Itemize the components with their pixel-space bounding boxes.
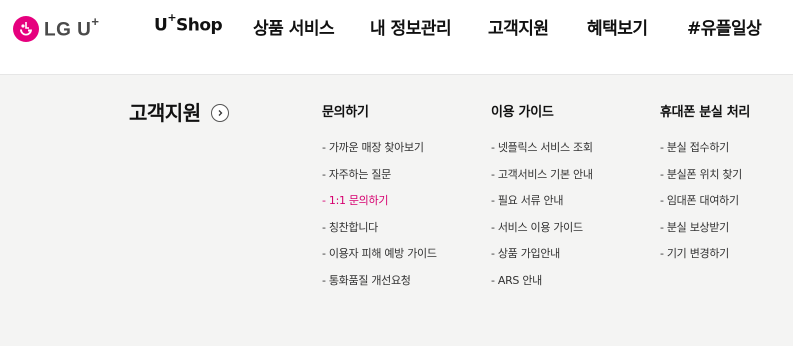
link-one-on-one-inquiry[interactable]: - 1:1 문의하기 [322,193,437,220]
link-nearby-store[interactable]: - 가까운 매장 찾아보기 [322,140,437,167]
nav-item-benefits[interactable]: 혜택보기 [587,14,648,39]
link-faq[interactable]: - 자주하는 질문 [322,167,437,194]
link-rental-phone[interactable]: - 임대폰 대여하기 [660,193,750,220]
link-damage-prevention-guide[interactable]: - 이용자 피해 예방 가이드 [322,246,437,273]
link-required-documents[interactable]: - 필요 서류 안내 [491,193,593,220]
nav-item-uplus-daily[interactable]: #유플일상 [687,14,762,39]
link-product-subscription[interactable]: - 상품 가입안내 [491,246,593,273]
link-netflix-service[interactable]: - 넷플릭스 서비스 조회 [491,140,593,167]
link-list: - 넷플릭스 서비스 조회 - 고객서비스 기본 안내 - 필요 서류 안내 -… [491,140,593,300]
link-list: - 분실 접수하기 - 분실폰 위치 찾기 - 임대폰 대여하기 - 분실 보상… [660,140,750,273]
link-basic-service-info[interactable]: - 고객서비스 기본 안내 [491,167,593,194]
link-find-lost-phone[interactable]: - 분실폰 위치 찾기 [660,167,750,194]
link-device-change[interactable]: - 기기 변경하기 [660,246,750,273]
column-title: 문의하기 [322,105,369,120]
nav-item-products-services[interactable]: 상품 서비스 [253,14,335,39]
nav-item-my-info[interactable]: 내 정보관리 [370,14,452,39]
column-lost-phone: 휴대폰 분실 처리 - 분실 접수하기 - 분실폰 위치 찾기 - 임대폰 대여… [660,101,750,273]
column-inquiry: 문의하기 - 가까운 매장 찾아보기 - 자주하는 질문 - 1:1 문의하기 … [322,101,437,300]
nav-item-ushop[interactable]: U+Shop [154,11,223,36]
link-service-usage-guide[interactable]: - 서비스 이용 가이드 [491,220,593,247]
link-compliments[interactable]: - 칭찬합니다 [322,220,437,247]
logo-text: LG U+ [44,14,100,41]
lg-uplus-logo[interactable]: LG U+ [13,14,99,44]
link-loss-compensation[interactable]: - 분실 보상받기 [660,220,750,247]
link-ars-info[interactable]: - ARS 안내 [491,273,593,300]
column-usage-guide: 이용 가이드 - 넷플릭스 서비스 조회 - 고객서비스 기본 안내 - 필요 … [491,101,593,300]
link-call-quality-request[interactable]: - 통화품질 개선요청 [322,273,437,300]
nav-item-customer-support[interactable]: 고객지원 [488,14,549,39]
customer-support-dropdown: 고객지원 문의하기 - 가까운 매장 찾아보기 - 자주하는 질문 - 1:1 … [0,74,793,346]
panel-title-text[interactable]: 고객지원 [129,97,201,126]
lg-face-icon [13,16,39,42]
link-report-lost[interactable]: - 분실 접수하기 [660,140,750,167]
chevron-right-circle-icon[interactable] [210,104,229,122]
column-title: 휴대폰 분실 처리 [660,105,751,120]
column-title: 이용 가이드 [491,105,554,120]
header: LG U+ U+Shop 상품 서비스 내 정보관리 고객지원 혜택보기 #유플… [0,0,793,74]
panel-title: 고객지원 [129,97,229,126]
link-list: - 가까운 매장 찾아보기 - 자주하는 질문 - 1:1 문의하기 - 칭찬합… [322,140,437,300]
